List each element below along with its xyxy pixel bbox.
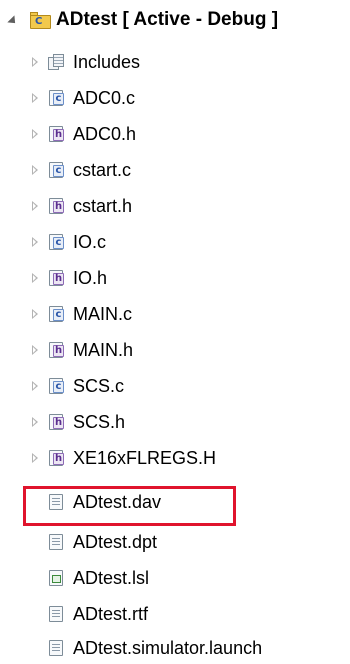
tree-item-label: ADC0.c [73,88,136,108]
tree-item-label: ADtest.rtf [73,604,149,624]
tree-item-label: IO.c [73,232,107,252]
c-file-icon [49,378,64,394]
tree-item-main-c[interactable]: MAIN.c [0,298,350,332]
tree-item-label: IO.h [73,268,108,288]
highlight-box [23,486,236,526]
tree-item-label: ADC0.h [73,124,137,144]
tree-item-scs-c[interactable]: SCS.c [0,370,350,404]
tree-item-main-h[interactable]: MAIN.h [0,334,350,368]
c-file-icon [49,306,64,322]
h-file-icon [49,126,64,142]
tree-item-adtest-lsl[interactable]: ADtest.lsl [0,564,350,598]
tree-item-adtest-rtf[interactable]: ADtest.rtf [0,600,350,634]
tree-item-cstart-h[interactable]: cstart.h [0,190,350,224]
tree-item-label: SCS.c [73,376,125,396]
project-name: ADtest [56,9,118,30]
h-file-icon [49,198,64,214]
collapse-arrow-icon[interactable] [32,201,38,211]
tree-item-label: ADtest.dpt [73,532,158,552]
tree-item-label: SCS.h [73,412,126,432]
collapse-arrow-icon[interactable] [32,381,38,391]
tree-item-scs-h[interactable]: SCS.h [0,406,350,440]
document-file-icon [49,606,63,622]
tree-item-adtest-dpt[interactable]: ADtest.dpt [0,528,350,562]
collapse-arrow-icon[interactable] [32,417,38,427]
h-file-icon [49,450,64,466]
h-file-icon [49,342,64,358]
tree-item-label: XE16xFLREGS.H [73,448,217,468]
collapse-arrow-icon[interactable] [32,237,38,247]
h-file-icon [49,270,64,286]
collapse-arrow-icon[interactable] [32,129,38,139]
tree-item-label: ADtest.simulator.launch [73,638,263,658]
collapse-arrow-icon[interactable] [32,309,38,319]
tree-item-label: MAIN.c [73,304,133,324]
tree-item-xe16xflregs-h[interactable]: XE16xFLREGS.H [0,442,350,476]
collapse-arrow-icon[interactable] [32,273,38,283]
collapse-arrow-icon[interactable] [32,93,38,103]
project-configuration: [ Active - Debug ] [122,9,279,30]
expand-arrow-icon[interactable] [7,15,19,27]
tree-item-includes[interactable]: Includes [0,46,350,80]
tree-item-label: cstart.c [73,160,132,180]
collapse-arrow-icon[interactable] [32,165,38,175]
document-file-icon [49,640,63,656]
tree-item-io-c[interactable]: IO.c [0,226,350,260]
collapse-arrow-icon[interactable] [32,57,38,67]
tree-item-label: MAIN.h [73,340,134,360]
tree-item-io-h[interactable]: IO.h [0,262,350,296]
tree-item-label: ADtest.lsl [73,568,150,588]
document-file-icon [49,534,63,550]
project-node[interactable]: C ADtest [ Active - Debug ] [0,4,350,38]
tree-item-adtest-simulator-launch[interactable]: ADtest.simulator.launch [0,634,350,664]
linker-script-file-icon [49,570,63,586]
tree-item-label: cstart.h [73,196,133,216]
project-folder-icon: C [30,12,52,30]
h-file-icon [49,414,64,430]
c-file-icon [49,162,64,178]
c-file-icon [49,90,64,106]
includes-icon [48,54,66,70]
collapse-arrow-icon[interactable] [32,453,38,463]
tree-item-adc0-h[interactable]: ADC0.h [0,118,350,152]
tree-item-cstart-c[interactable]: cstart.c [0,154,350,188]
collapse-arrow-icon[interactable] [32,345,38,355]
c-file-icon [49,234,64,250]
tree-item-adc0-c[interactable]: ADC0.c [0,82,350,116]
tree-item-label: Includes [73,52,141,72]
